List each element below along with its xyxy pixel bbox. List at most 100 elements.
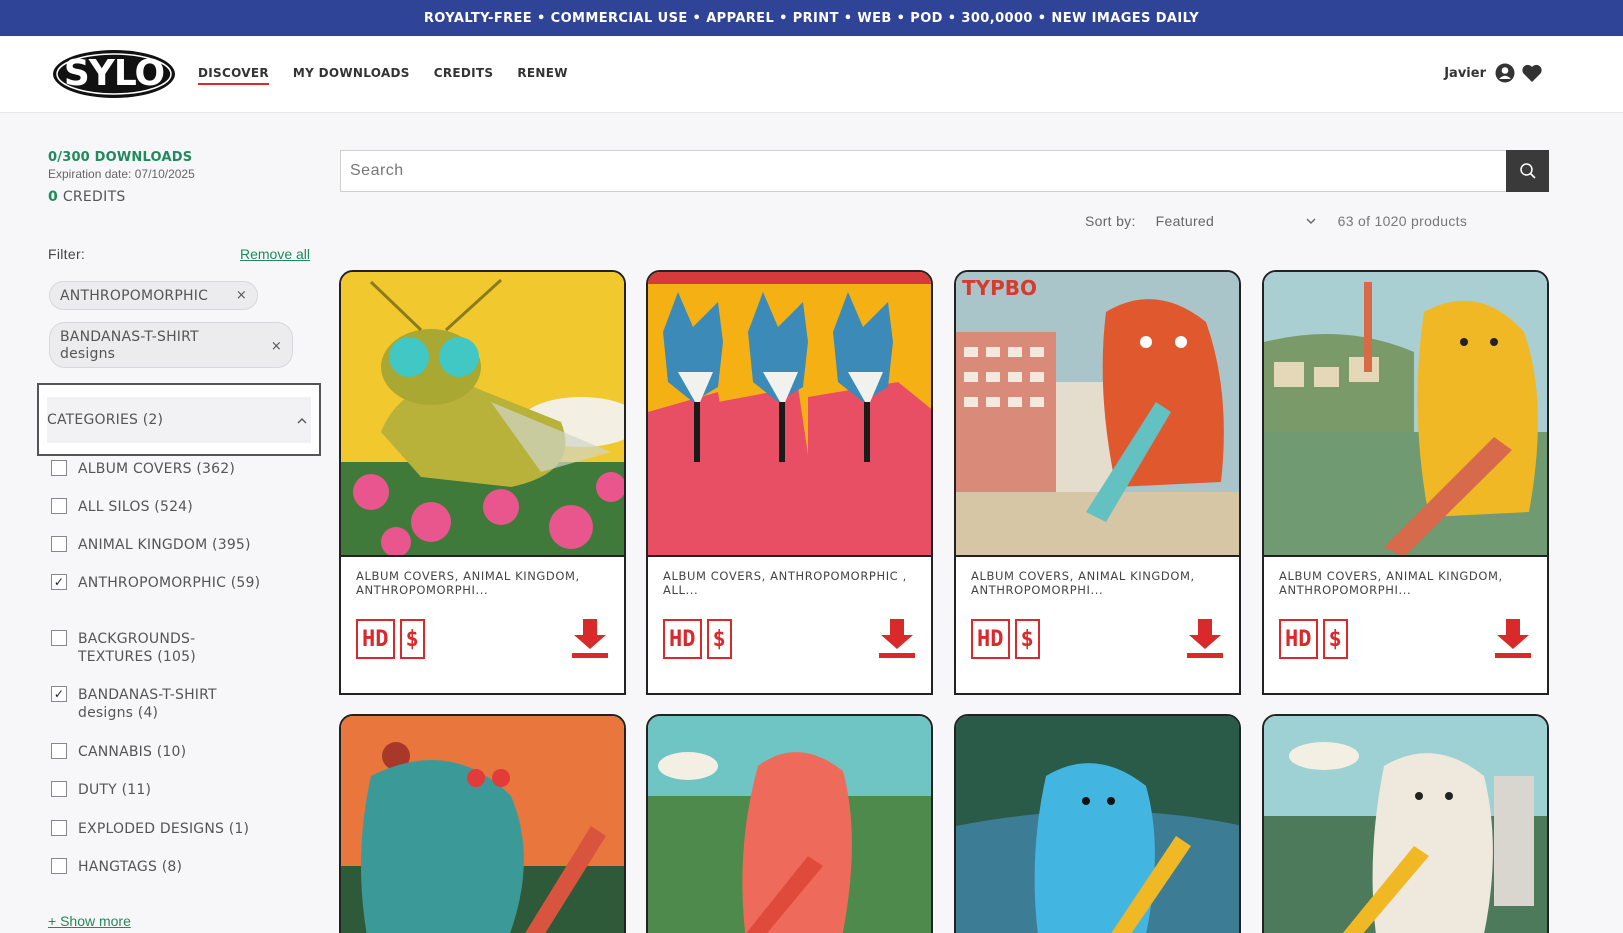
dollar-badge[interactable]: $ xyxy=(706,619,732,659)
product-card[interactable] xyxy=(339,714,626,933)
sort-select[interactable]: Featured xyxy=(1156,213,1316,229)
nav-discover[interactable]: DISCOVER xyxy=(198,66,269,85)
product-card[interactable]: ALBUM COVERS, ANIMAL KINGDOM, ANTHROPOMO… xyxy=(1262,270,1549,695)
hd-badge[interactable]: HD xyxy=(971,619,1010,659)
category-label: BANDANAS-T-SHIRT designs (4) xyxy=(78,687,217,721)
chevron-down-icon xyxy=(1306,218,1316,224)
category-label: ALBUM COVERS (362) xyxy=(78,461,236,477)
category-backgrounds-textures[interactable]: BACKGROUNDS-TEXTURES (105) xyxy=(51,630,291,666)
chevron-up-icon xyxy=(297,414,307,427)
categories-toggle[interactable]: CATEGORIES (2) xyxy=(47,397,311,443)
product-info: ALBUM COVERS, ANTHROPOMORPHIC , ALL... H… xyxy=(648,557,931,693)
site-header: SYLO DISCOVER MY DOWNLOADS CREDITS RENEW… xyxy=(0,36,1623,113)
product-card[interactable] xyxy=(646,714,933,933)
hd-badge[interactable]: HD xyxy=(356,619,395,659)
category-animal-kingdom[interactable]: ANIMAL KINGDOM (395) xyxy=(51,536,291,554)
search-input[interactable] xyxy=(341,151,1506,191)
checkbox[interactable] xyxy=(51,743,67,759)
nav-credits[interactable]: CREDITS xyxy=(434,66,494,85)
user-name[interactable]: Javier xyxy=(1444,66,1486,81)
nav-renew[interactable]: RENEW xyxy=(517,66,567,85)
product-image[interactable] xyxy=(648,716,931,933)
filter-chip-bandanas: BANDANAS-T-SHIRT designs × xyxy=(49,322,293,368)
product-categories: ALBUM COVERS, ANIMAL KINGDOM, ANTHROPOMO… xyxy=(1279,569,1503,597)
product-card[interactable]: TYPBO ALBUM COVERS, ANIMAL KINGDOM, ANTH… xyxy=(954,270,1241,695)
checkbox[interactable] xyxy=(51,460,67,476)
checkbox[interactable] xyxy=(51,820,67,836)
product-badges: HD $ xyxy=(663,619,732,659)
checkbox[interactable] xyxy=(51,781,67,797)
checkbox[interactable] xyxy=(51,536,67,552)
category-cannabis[interactable]: CANNABIS (10) xyxy=(51,743,291,761)
category-label: DUTY (11) xyxy=(78,782,152,798)
search-button[interactable] xyxy=(1506,150,1549,192)
category-label: ANTHROPOMORPHIC (59) xyxy=(78,575,261,591)
download-icon[interactable] xyxy=(570,617,610,659)
product-card[interactable]: ALBUM COVERS, ANTHROPOMORPHIC , ALL... H… xyxy=(646,270,933,695)
product-image[interactable] xyxy=(341,272,624,557)
remove-all-link[interactable]: Remove all xyxy=(240,246,310,262)
search-bar xyxy=(340,150,1549,192)
download-icon[interactable] xyxy=(1493,617,1533,659)
product-card[interactable] xyxy=(1262,714,1549,933)
user-menu[interactable]: Javier xyxy=(1444,63,1543,83)
close-icon[interactable]: × xyxy=(271,338,282,355)
category-anthropomorphic[interactable]: ✓ ANTHROPOMORPHIC (59) xyxy=(51,574,291,592)
sort-label: Sort by: xyxy=(1085,213,1136,229)
product-info: ALBUM COVERS, ANIMAL KINGDOM, ANTHROPOMO… xyxy=(956,557,1239,693)
product-image[interactable]: TYPBO xyxy=(956,272,1239,557)
product-image[interactable] xyxy=(1264,716,1547,933)
category-hangtags[interactable]: HANGTAGS (8) xyxy=(51,858,291,876)
credits-label: CREDITS xyxy=(62,189,126,205)
checkbox[interactable] xyxy=(51,858,67,874)
product-categories: ALBUM COVERS, ANIMAL KINGDOM, ANTHROPOMO… xyxy=(356,569,580,597)
dollar-badge[interactable]: $ xyxy=(1014,619,1040,659)
expiration-date: Expiration date: 07/10/2025 xyxy=(48,167,195,181)
product-image[interactable] xyxy=(956,716,1239,933)
checkbox-checked[interactable]: ✓ xyxy=(51,574,67,590)
category-duty[interactable]: DUTY (11) xyxy=(51,781,291,799)
product-image[interactable] xyxy=(1264,272,1547,557)
product-badges: HD $ xyxy=(971,619,1040,659)
checkbox-checked[interactable]: ✓ xyxy=(51,686,67,702)
checkbox[interactable] xyxy=(51,498,67,514)
account-summary: 0/300 DOWNLOADS Expiration date: 07/10/2… xyxy=(48,150,320,205)
product-info: ALBUM COVERS, ANIMAL KINGDOM, ANTHROPOMO… xyxy=(341,557,624,693)
download-icon[interactable] xyxy=(877,617,917,659)
credits-balance: 0 CREDITS xyxy=(48,189,320,205)
download-icon[interactable] xyxy=(1185,617,1225,659)
dollar-badge[interactable]: $ xyxy=(1322,619,1348,659)
product-image[interactable] xyxy=(341,716,624,933)
product-card[interactable]: ALBUM COVERS, ANIMAL KINGDOM, ANTHROPOMO… xyxy=(339,270,626,695)
nav-my-downloads[interactable]: MY DOWNLOADS xyxy=(293,66,410,85)
hd-badge[interactable]: HD xyxy=(1279,619,1318,659)
sylo-logo[interactable]: SYLO xyxy=(52,49,176,99)
category-label: ALL SILOS (524) xyxy=(78,499,193,515)
product-count: 63 of 1020 products xyxy=(1337,213,1468,229)
category-all-silos[interactable]: ALL SILOS (524) xyxy=(51,498,291,516)
category-label: ANIMAL KINGDOM (395) xyxy=(78,537,251,553)
logo-text: SYLO xyxy=(63,53,165,94)
category-label: CANNABIS (10) xyxy=(78,744,187,760)
user-icon[interactable] xyxy=(1495,63,1515,83)
heart-icon[interactable] xyxy=(1521,63,1543,83)
category-bandanas-t-shirt[interactable]: ✓ BANDANAS-T-SHIRT designs (4) xyxy=(51,686,291,722)
product-image[interactable] xyxy=(648,272,931,557)
product-card[interactable] xyxy=(954,714,1241,933)
filter-chip-anthropomorphic: ANTHROPOMORPHIC × xyxy=(49,281,258,310)
dollar-badge[interactable]: $ xyxy=(399,619,425,659)
hd-badge[interactable]: HD xyxy=(663,619,702,659)
category-album-covers[interactable]: ALBUM COVERS (362) xyxy=(51,460,291,478)
product-badges: HD $ xyxy=(1279,619,1348,659)
main-nav: DISCOVER MY DOWNLOADS CREDITS RENEW xyxy=(198,66,568,85)
close-icon[interactable]: × xyxy=(236,288,247,303)
product-categories: ALBUM COVERS, ANTHROPOMORPHIC , ALL... xyxy=(663,569,907,597)
show-more-link[interactable]: + Show more xyxy=(48,913,131,929)
checkbox[interactable] xyxy=(51,630,67,646)
promo-banner-text: ROYALTY-FREE • COMMERCIAL USE • APPAREL … xyxy=(423,10,1200,26)
search-icon xyxy=(1519,162,1537,180)
category-exploded-designs[interactable]: EXPLODED DESIGNS (1) xyxy=(51,820,291,838)
product-badges: HD $ xyxy=(356,619,425,659)
credits-value: 0 xyxy=(48,189,59,205)
product-info: ALBUM COVERS, ANIMAL KINGDOM, ANTHROPOMO… xyxy=(1264,557,1547,693)
